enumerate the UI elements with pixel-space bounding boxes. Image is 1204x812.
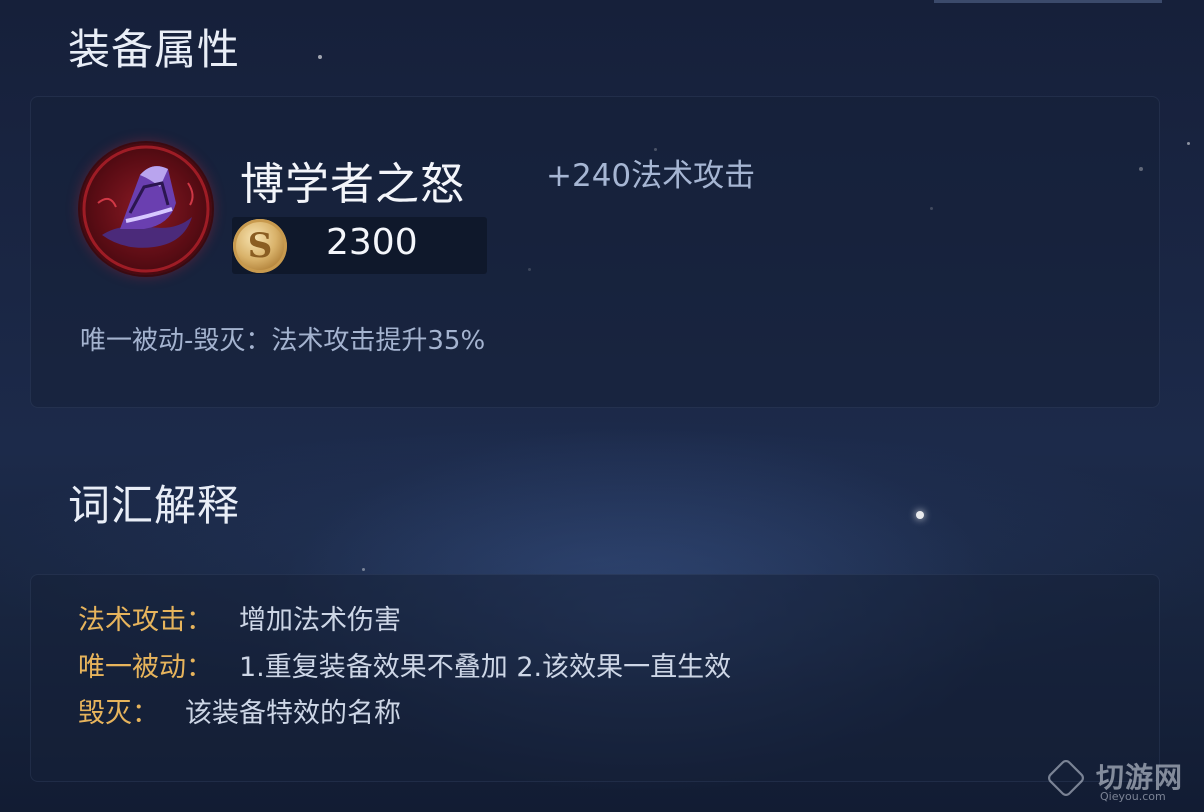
glossary-definition: 1.重复装备效果不叠加 2.该效果一直生效 — [239, 652, 732, 683]
background-star — [1187, 142, 1190, 145]
background-star — [916, 511, 924, 519]
top-tab-indicator — [934, 0, 1162, 3]
background-star — [362, 568, 365, 571]
glossary-title: 词汇解释 — [68, 481, 241, 530]
item-panel — [30, 96, 1160, 408]
item-passive-description: 唯一被动-毁灭：法术攻击提升35% — [80, 326, 486, 356]
watermark: 切游网 Qieyou.com — [1045, 756, 1196, 806]
glossary-row: 毁灭： 该装备特效的名称 — [78, 691, 401, 730]
item-wizard-hat-icon[interactable] — [80, 143, 212, 275]
glossary-row: 唯一被动： 1.重复装备效果不叠加 2.该效果一直生效 — [78, 645, 731, 684]
watermark-url: Qieyou.com — [1100, 790, 1166, 803]
item-stat-bonus: +240法术攻击 — [546, 158, 756, 194]
background-star — [318, 55, 322, 59]
glossary-term: 法术攻击： — [78, 605, 213, 636]
item-name: 博学者之怒 — [240, 159, 465, 210]
glossary-term: 毁灭： — [78, 698, 159, 729]
glossary-definition: 该装备特效的名称 — [185, 698, 401, 729]
equipment-attributes-title: 装备属性 — [68, 25, 241, 74]
item-price: 2300 — [326, 222, 418, 263]
glossary-definition: 增加法术伤害 — [239, 605, 401, 636]
glossary-term: 唯一被动： — [78, 652, 213, 683]
gold-coin-icon: S — [233, 219, 287, 273]
watermark-logo-icon — [1045, 757, 1087, 799]
glossary-row: 法术攻击： 增加法术伤害 — [78, 598, 401, 637]
